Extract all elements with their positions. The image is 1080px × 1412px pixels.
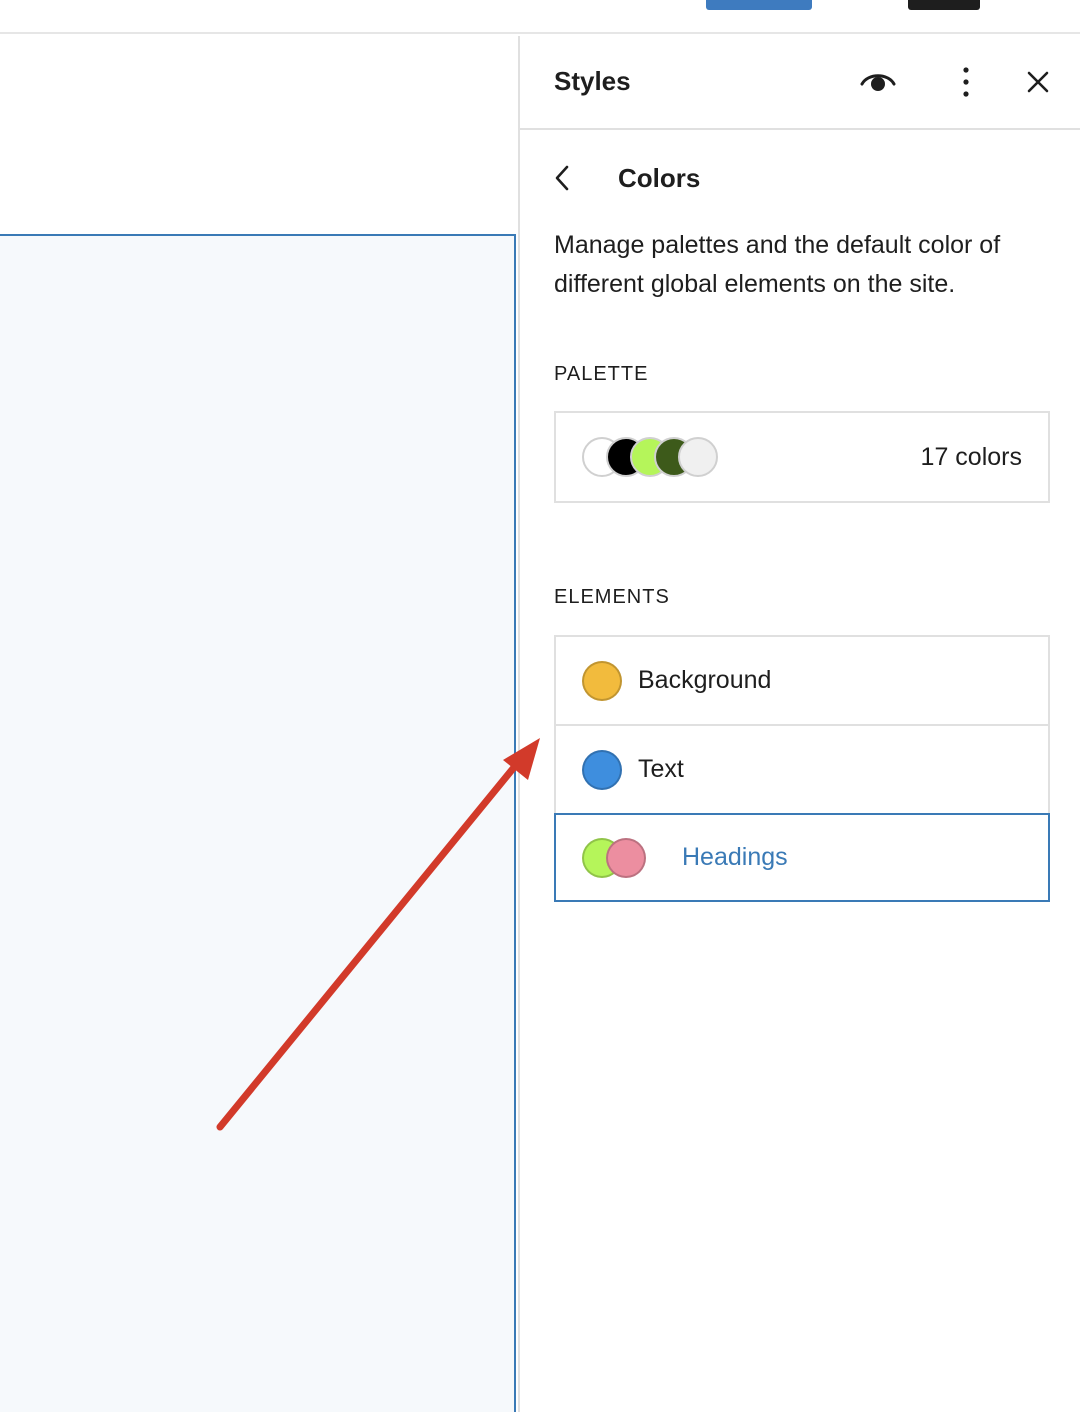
app-window: Styles Colors Manage palettes and the de… xyxy=(0,0,1080,1412)
more-vertical-icon[interactable] xyxy=(942,58,990,106)
editor-canvas xyxy=(0,36,518,1412)
element-label: Headings xyxy=(682,843,788,871)
palette-swatch xyxy=(678,437,718,477)
color-indicator xyxy=(582,660,622,701)
element-item-headings[interactable]: Headings xyxy=(554,813,1050,902)
toolbar-dark-button[interactable] xyxy=(908,0,980,10)
site-preview-frame[interactable] xyxy=(0,234,516,1412)
palette-button[interactable]: 17 colors xyxy=(554,411,1050,503)
color-indicator xyxy=(606,837,646,878)
element-label: Text xyxy=(638,755,684,783)
save-button[interactable] xyxy=(706,0,812,10)
sidebar-title: Styles xyxy=(554,66,631,96)
close-icon[interactable] xyxy=(1014,58,1062,106)
styles-sidebar: Styles Colors Manage palettes and the de… xyxy=(518,36,1080,1412)
color-indicator xyxy=(582,749,622,790)
element-item-background[interactable]: Background xyxy=(556,637,1048,726)
eye-icon[interactable] xyxy=(854,58,902,106)
chevron-left-icon[interactable] xyxy=(554,156,598,200)
elements-list: Background Text Headings xyxy=(554,635,1050,902)
top-toolbar xyxy=(0,0,1080,34)
element-label: Background xyxy=(638,666,772,694)
palette-count: 17 colors xyxy=(920,442,1022,471)
palette-heading: PALETTE xyxy=(554,363,649,385)
colors-description: Manage palettes and the default color of… xyxy=(554,231,1001,298)
element-item-text[interactable]: Text xyxy=(556,726,1048,815)
elements-heading: ELEMENTS xyxy=(554,586,670,608)
page-title: Colors xyxy=(618,162,701,193)
sidebar-header: Styles xyxy=(520,36,1080,130)
navigator-header: Colors xyxy=(554,156,700,200)
palette-swatches xyxy=(582,437,722,477)
color-indicator-pair xyxy=(582,837,648,878)
